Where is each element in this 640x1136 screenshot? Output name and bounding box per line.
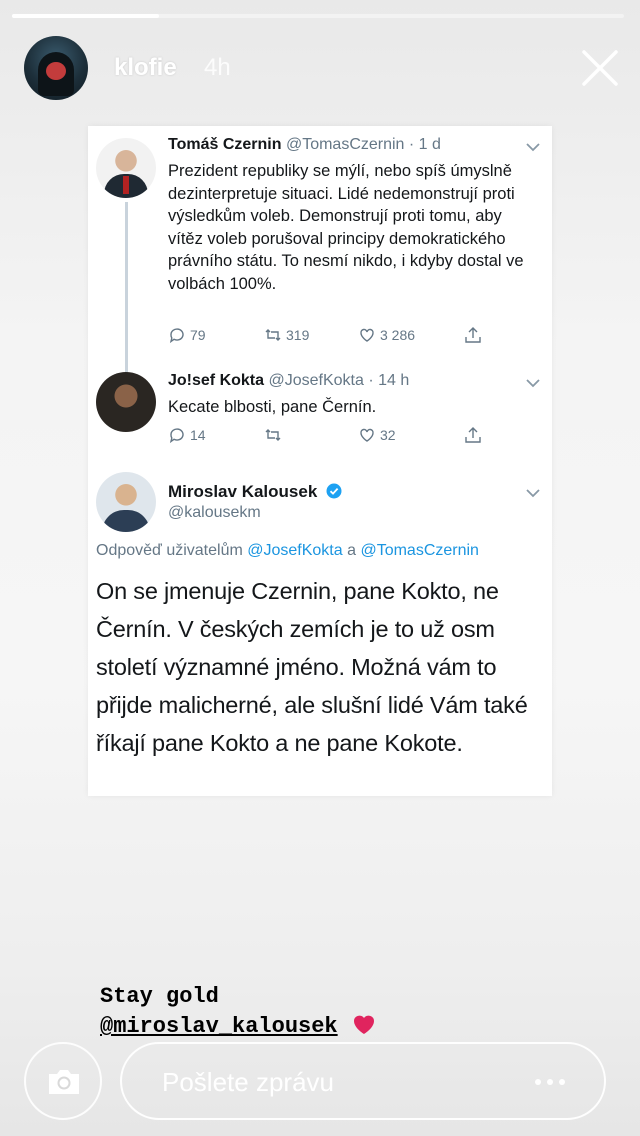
message-field[interactable] (120, 1042, 606, 1120)
share-icon (465, 427, 481, 443)
red-heart-icon (353, 1015, 374, 1034)
chevron-down-icon (526, 143, 540, 152)
like-count: 32 (380, 427, 396, 443)
main-tweet-text: On se jmenuje Czernin, pane Kokto, ne Če… (96, 578, 528, 756)
like-count: 3 286 (380, 327, 416, 343)
message-input[interactable] (162, 1062, 502, 1102)
reply-button: 79 (168, 326, 206, 344)
verified-badge-icon (326, 483, 342, 499)
avatar (96, 372, 156, 432)
reply-prefix: Odpověď uživatelům (96, 542, 248, 559)
tweet-author-name: Miroslav Kalousek (168, 482, 318, 501)
avatar (96, 472, 156, 532)
tweet-handle: @TomasCzernin · 1 d (285, 136, 441, 153)
reply-icon (169, 328, 184, 344)
tweet-author-name: Tomáš Czernin (168, 136, 282, 153)
more-options-icon[interactable] (534, 1078, 566, 1086)
share-button (464, 326, 482, 344)
avatar (96, 138, 156, 198)
tweet-actions: 14 32 (168, 426, 488, 448)
tweet-screenshot: Tomáš Czernin @TomasCzernin · 1 d Prezid… (88, 126, 552, 796)
tweet-text: Prezident republiky se mýlí, nebo spíš ú… (168, 162, 524, 293)
tweet-handle: @JosefKokta · 14 h (268, 372, 410, 389)
tweet-text: Kecate blbosti, pane Černín. (168, 398, 377, 416)
reply-button: 14 (168, 426, 206, 444)
retweet-icon (265, 329, 281, 341)
share-icon (465, 327, 481, 343)
tweet-author-name: Jo!sef Kokta (168, 372, 265, 389)
heart-icon (360, 428, 374, 442)
story-time: 4h (204, 54, 231, 81)
story-progress-bar (12, 14, 624, 18)
avatar[interactable] (24, 36, 88, 100)
tweet-handle: @kalousekm (168, 504, 261, 521)
thread-line (125, 202, 128, 374)
reply-icon (169, 428, 184, 444)
tweet-actions: 79 319 3 286 (168, 326, 488, 348)
story-progress-fill (12, 14, 159, 18)
mention-link: @TomasCzernin (360, 542, 479, 559)
story-header: klofie 4h (24, 36, 624, 100)
story-caption: Stay gold @miroslav_kalousek (100, 982, 376, 1042)
camera-icon (49, 1070, 79, 1094)
retweet-button: 319 (264, 326, 309, 344)
camera-button[interactable] (24, 1042, 102, 1120)
like-button: 3 286 (358, 326, 415, 344)
retweet-button (264, 426, 286, 444)
story-username[interactable]: klofie (114, 54, 177, 82)
caption-line: Stay gold (100, 984, 219, 1009)
chevron-down-icon (526, 489, 540, 498)
close-icon[interactable] (578, 46, 622, 90)
reply-and: a (342, 542, 361, 559)
main-tweet-author: Miroslav Kalousek (168, 482, 342, 502)
retweet-count: 319 (286, 327, 310, 343)
retweet-icon (265, 429, 281, 441)
reply-count: 79 (190, 327, 206, 343)
share-button (464, 426, 482, 444)
heart-icon (360, 328, 374, 342)
mention-link: @JosefKokta (247, 542, 343, 559)
reply-context: Odpověď uživatelům @JosefKokta a @TomasC… (96, 542, 479, 560)
reply-count: 14 (190, 427, 206, 443)
chevron-down-icon (526, 379, 540, 388)
like-button: 32 (358, 426, 396, 444)
caption-mention[interactable]: @miroslav_kalousek (100, 1014, 338, 1039)
